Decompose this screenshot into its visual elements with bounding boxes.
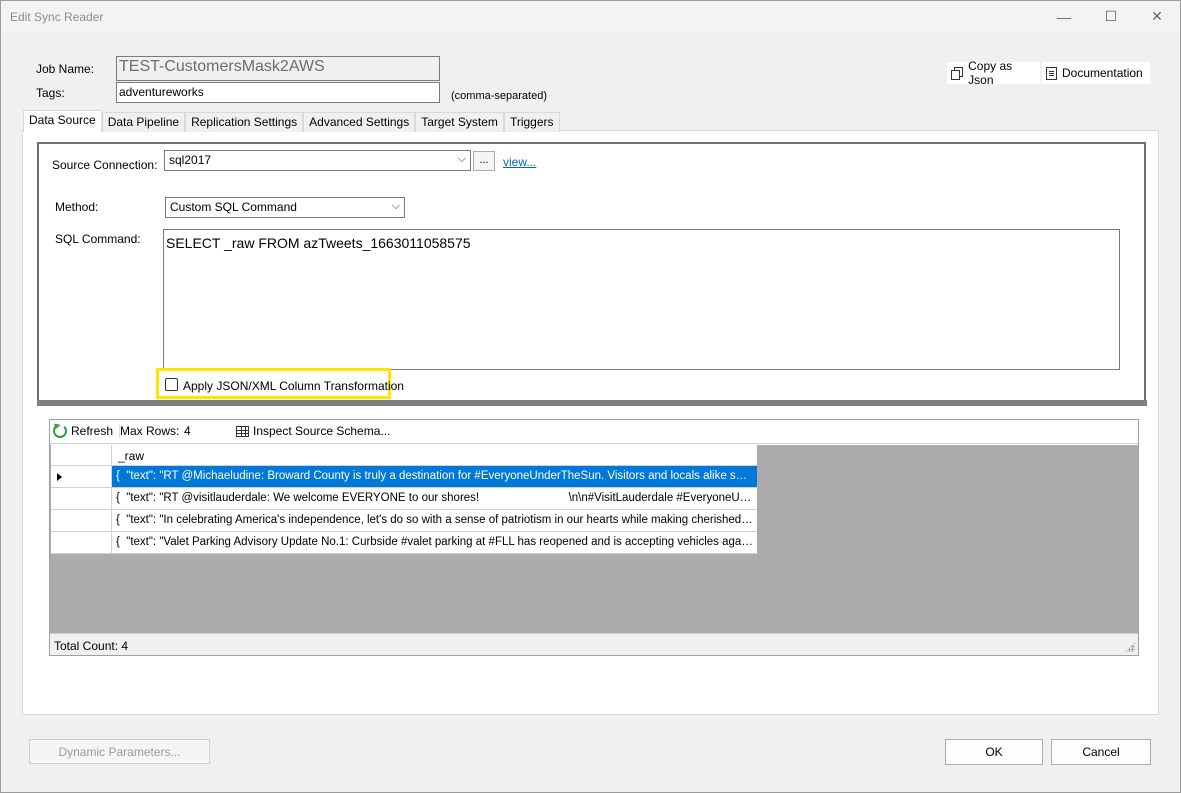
grid-header: _raw [51,445,757,466]
chevron-down-icon: ⌵ [457,153,466,165]
ok-button[interactable]: OK [945,739,1043,765]
row-header[interactable] [51,510,112,531]
method-label: Method: [55,200,99,214]
documentation-label: Documentation [1062,66,1143,80]
grid-toolbar: Refresh Max Rows: 4 Inspect Source Schem… [50,420,1138,444]
table-icon[interactable] [236,426,249,437]
table-cell[interactable]: { "text": "RT @visitlauderdale: We welco… [112,488,757,509]
tags-hint: (comma-separated) [451,90,547,102]
panel-splitter[interactable] [37,400,1147,406]
refresh-icon[interactable] [53,424,67,438]
table-row[interactable]: { "text": "RT @Michaeludine: Broward Cou… [51,466,757,488]
max-rows-input[interactable]: 4 [180,421,228,442]
table-row[interactable]: { "text": "In celebrating America's inde… [51,510,757,532]
dynamic-parameters-button[interactable]: Dynamic Parameters... [29,739,210,764]
tags-label: Tags: [36,86,65,100]
title-bar: Edit Sync Reader — ☐ ✕ [1,1,1180,32]
current-row-icon [57,473,62,481]
tab-replication-settings[interactable]: Replication Settings [185,112,304,132]
table-row[interactable]: { "text": "RT @visitlauderdale: We welco… [51,488,757,510]
tab-advanced-settings[interactable]: Advanced Settings [303,112,416,132]
max-rows-label: Max Rows: [119,424,180,438]
job-name-field[interactable]: TEST-CustomersMask2AWS [116,56,440,81]
copy-as-json-button[interactable]: Copy as Json [946,59,1041,87]
table-cell[interactable]: { "text": "In celebrating America's inde… [112,510,757,531]
refresh-button[interactable]: Refresh [71,424,113,438]
tags-field[interactable]: adventureworks [116,82,440,103]
view-link[interactable]: view... [503,155,536,169]
tab-target-system[interactable]: Target System [415,112,504,132]
resize-grip-icon[interactable] [1125,642,1135,652]
row-header-corner [51,445,112,465]
window-title: Edit Sync Reader [10,10,104,24]
row-header[interactable] [51,532,112,553]
maximize-button[interactable]: ☐ [1088,1,1134,32]
tab-triggers[interactable]: Triggers [503,112,560,132]
copy-icon [951,66,963,80]
total-count: Total Count: 4 [54,639,129,653]
source-connection-label: Source Connection: [52,158,158,172]
source-connection-value: sql2017 [169,153,212,167]
method-select[interactable]: Custom SQL Command ⌵ [165,197,405,218]
row-header[interactable] [51,466,112,487]
copy-as-json-label: Copy as Json [968,59,1013,87]
tab-strip: Data Source Data Pipeline Replication Se… [23,110,560,132]
grid-status-bar: Total Count: 4 [50,633,1138,655]
table-cell[interactable]: { "text": "RT @Michaeludine: Broward Cou… [112,466,757,487]
tab-data-pipeline[interactable]: Data Pipeline [101,112,186,132]
sql-command-editor[interactable]: SELECT _raw FROM azTweets_1663011058575 [163,229,1120,370]
connection-browse-button[interactable]: ... [473,151,495,171]
documentation-button[interactable]: Documentation [1041,61,1151,85]
document-icon [1046,66,1057,80]
json-xml-transform-checkbox[interactable] [165,378,178,391]
edit-sync-reader-window: Edit Sync Reader — ☐ ✕ Job Name: TEST-Cu… [0,0,1181,793]
job-name-label: Job Name: [36,62,95,76]
tab-data-source[interactable]: Data Source [23,110,102,132]
cancel-button[interactable]: Cancel [1051,739,1151,765]
chevron-down-icon: ⌵ [391,200,400,212]
json-xml-transform-label[interactable]: Apply JSON/XML Column Transformation [183,379,404,393]
sql-command-label: SQL Command: [55,232,141,246]
inspect-schema-button[interactable]: Inspect Source Schema... [253,424,390,438]
source-connection-select[interactable]: sql2017 ⌵ [164,150,471,171]
row-header[interactable] [51,488,112,509]
method-value: Custom SQL Command [170,200,297,214]
table-cell[interactable]: { "text": "Valet Parking Advisory Update… [112,532,757,553]
column-header-raw[interactable]: _raw [112,445,150,465]
minimize-button[interactable]: — [1041,1,1087,32]
table-row[interactable]: { "text": "Valet Parking Advisory Update… [51,532,757,554]
close-button[interactable]: ✕ [1134,1,1180,32]
